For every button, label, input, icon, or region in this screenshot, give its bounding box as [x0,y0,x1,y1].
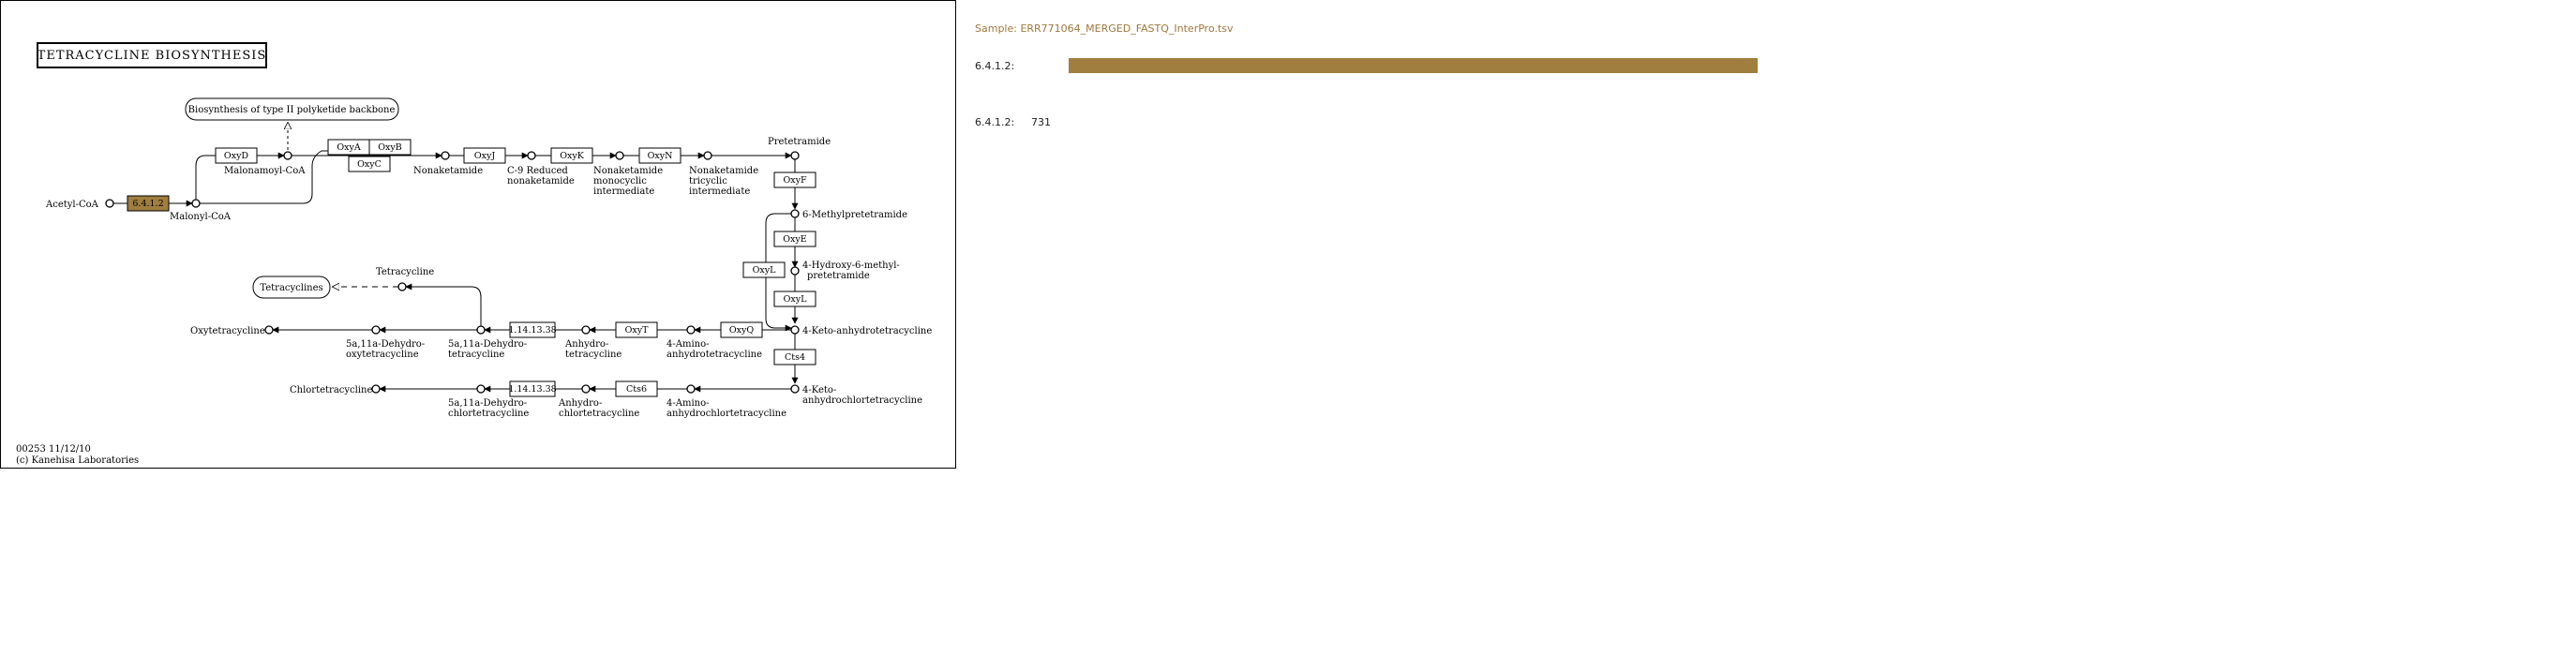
compound-label-amino-anhydro-2[interactable]: anhydrotetracycline [666,350,762,360]
abundance-bar [1069,58,1758,73]
compound-node-tetracycline[interactable] [397,282,407,291]
compound-label-dehydro-oxytetracycline-2[interactable]: oxytetracycline [346,350,419,360]
enzyme-label-oxyd[interactable]: OxyD [224,151,249,161]
enzyme-label-oxyl-2[interactable]: OxyL [784,294,808,305]
compound-label-malonamoyl-coa[interactable]: Malonamoyl-CoA [224,166,306,176]
compound-label-keto-anhydrochlor-2[interactable]: anhydrochlortetracycline [802,395,922,406]
compound-node-pretetramide[interactable] [790,151,800,160]
compound-node-amino-anhydrochlortetracycline[interactable] [686,384,696,394]
compound-node-hydroxy-methylpretetramide[interactable] [790,266,800,276]
compound-label-anhydrotetracycline-2[interactable]: tetracycline [565,350,622,360]
compound-label-dehydrochlor-1[interactable]: 5a,11a-Dehydro- [448,398,527,409]
compound-label-hydroxy-1[interactable]: 4-Hydroxy-6-methyl- [802,261,900,271]
pathway-map: TETRACYCLINE BIOSYNTHESIS Biosynthesis o… [0,0,956,469]
compound-label-pretetramide[interactable]: Pretetramide [768,137,831,147]
compound-label-dehydrotetracycline-1[interactable]: 5a,11a-Dehydro- [448,339,527,350]
pathway-link-tetracyclines[interactable]: Tetracyclines [260,283,322,293]
enzyme-label-oxyb[interactable]: OxyB [378,142,402,153]
enzyme-label-oxya[interactable]: OxyA [337,142,361,153]
compound-node-oxytetracycline[interactable] [264,325,274,335]
compound-label-nonaketamide[interactable]: Nonaketamide [413,166,483,176]
compound-label-amino-anhydro-1[interactable]: 4-Amino- [666,339,709,350]
compound-label-acetyl-coa[interactable]: Acetyl-CoA [45,200,99,210]
compound-node-dehydro-oxytetracycline[interactable] [371,325,381,335]
enzyme-label-oxyc[interactable]: OxyC [357,159,382,170]
compound-node-c9-reduced[interactable] [527,151,536,160]
compound-label-anhydrochlor-2[interactable]: chlortetracycline [559,409,639,419]
compound-node-dehydrotetracycline[interactable] [476,325,486,335]
compound-label-malonyl-coa[interactable]: Malonyl-CoA [170,212,232,222]
compound-label-tricyclic-3[interactable]: intermediate [689,186,750,197]
compound-label-amino-anhydrochlor-1[interactable]: 4-Amino- [666,398,709,409]
map-title: TETRACYCLINE BIOSYNTHESIS [37,49,267,63]
compound-label-amino-anhydrochlor-2[interactable]: anhydrochlortetracycline [666,409,786,419]
enzyme-label-oxyn[interactable]: OxyN [648,151,673,161]
compound-label-anhydrochlor-1[interactable]: Anhydro- [558,398,602,409]
compound-label-tetracycline[interactable]: Tetracycline [376,267,434,277]
compound-label-anhydrotetracycline-1[interactable]: Anhydro- [564,339,608,350]
map-footer-id: 00253 11/12/10 [16,444,91,455]
bar-row-label: 6.4.1.2: [975,60,1015,72]
compound-label-dehydrochlor-2[interactable]: chlortetracycline [448,409,529,419]
compound-label-keto-anhydrochlor-1[interactable]: 4-Keto- [802,385,836,395]
compound-node-nonaketamide[interactable] [441,151,450,160]
compound-label-tricyclic-2[interactable]: tricyclic [689,176,727,186]
enzyme-label-oxye[interactable]: OxyE [783,234,807,245]
enzyme-label-1141338-b[interactable]: 1.14.13.38 [508,384,556,395]
compound-node-methylpretetramide[interactable] [790,209,800,218]
pathway-link-polyketide[interactable]: Biosynthesis of type II polyketide backb… [188,105,396,115]
legend-panel: Sample: ERR771064_MERGED_FASTQ_InterPro.… [975,0,1819,187]
compound-label-methylpretetramide[interactable]: 6-Methylpretetramide [802,210,907,220]
enzyme-label-oxyt[interactable]: OxyT [625,325,650,335]
compound-node-anhydrotetracycline[interactable] [581,325,591,335]
compound-label-chlortetracycline[interactable]: Chlortetracycline [290,385,372,395]
compound-node-tricyclic[interactable] [703,151,712,160]
compound-node-acetyl-coa[interactable] [105,199,114,208]
compound-node-malonyl-coa[interactable] [191,199,201,208]
count-value: 731 [1031,116,1051,128]
compound-node-malonamoyl-coa[interactable] [283,151,292,160]
compound-node-chlortetracycline[interactable] [371,384,381,394]
compound-label-monocyclic-2[interactable]: monocyclic [593,176,647,186]
enzyme-label-oxyl-1[interactable]: OxyL [753,265,777,276]
enzyme-label-oxyj[interactable]: OxyJ [474,151,496,161]
compound-node-amino-anhydrotetracycline[interactable] [686,325,696,335]
compound-label-monocyclic-3[interactable]: intermediate [593,186,654,197]
compound-label-dehydrotetracycline-2[interactable]: tetracycline [448,350,504,360]
compound-label-keto-anhydrotetracycline[interactable]: 4-Keto-anhydrotetracycline [802,326,932,336]
compound-node-keto-anhydrotetracycline[interactable] [790,325,800,335]
compound-label-tricyclic-1[interactable]: Nonaketamide [689,166,758,176]
compound-label-monocyclic-1[interactable]: Nonaketamide [593,166,663,176]
enzyme-label-6412[interactable]: 6.4.1.2 [132,199,163,209]
compound-node-keto-anhydrochlortetracycline[interactable] [790,384,800,394]
sample-label: Sample: ERR771064_MERGED_FASTQ_InterPro.… [975,22,1234,35]
compound-label-dehydro-oxytetracycline-1[interactable]: 5a,11a-Dehydro- [346,339,425,350]
compound-node-anhydrochlortetracycline[interactable] [581,384,591,394]
compound-label-oxytetracycline[interactable]: Oxytetracycline [190,326,265,336]
enzyme-label-oxyf[interactable]: OxyF [783,175,807,186]
enzyme-label-cts4[interactable]: Cts4 [785,352,805,363]
count-row-label: 6.4.1.2: [975,116,1015,128]
compound-label-c9-reduced-2[interactable]: nonaketamide [507,176,575,186]
map-footer-copyright: (c) Kanehisa Laboratories [16,455,139,466]
compound-node-monocyclic[interactable] [615,151,624,160]
compound-label-hydroxy-2[interactable]: pretetramide [807,271,870,281]
enzyme-label-1141338-a[interactable]: 1.14.13.38 [508,325,556,335]
enzyme-label-oxyk[interactable]: OxyK [560,151,585,161]
compound-label-c9-reduced-1[interactable]: C-9 Reduced [507,166,568,176]
compound-node-dehydrochlortetracycline[interactable] [476,384,486,394]
pathway-diagram: TETRACYCLINE BIOSYNTHESIS Biosynthesis o… [16,42,932,466]
enzyme-label-oxyq[interactable]: OxyQ [729,325,755,335]
enzyme-label-cts6[interactable]: Cts6 [626,384,647,395]
